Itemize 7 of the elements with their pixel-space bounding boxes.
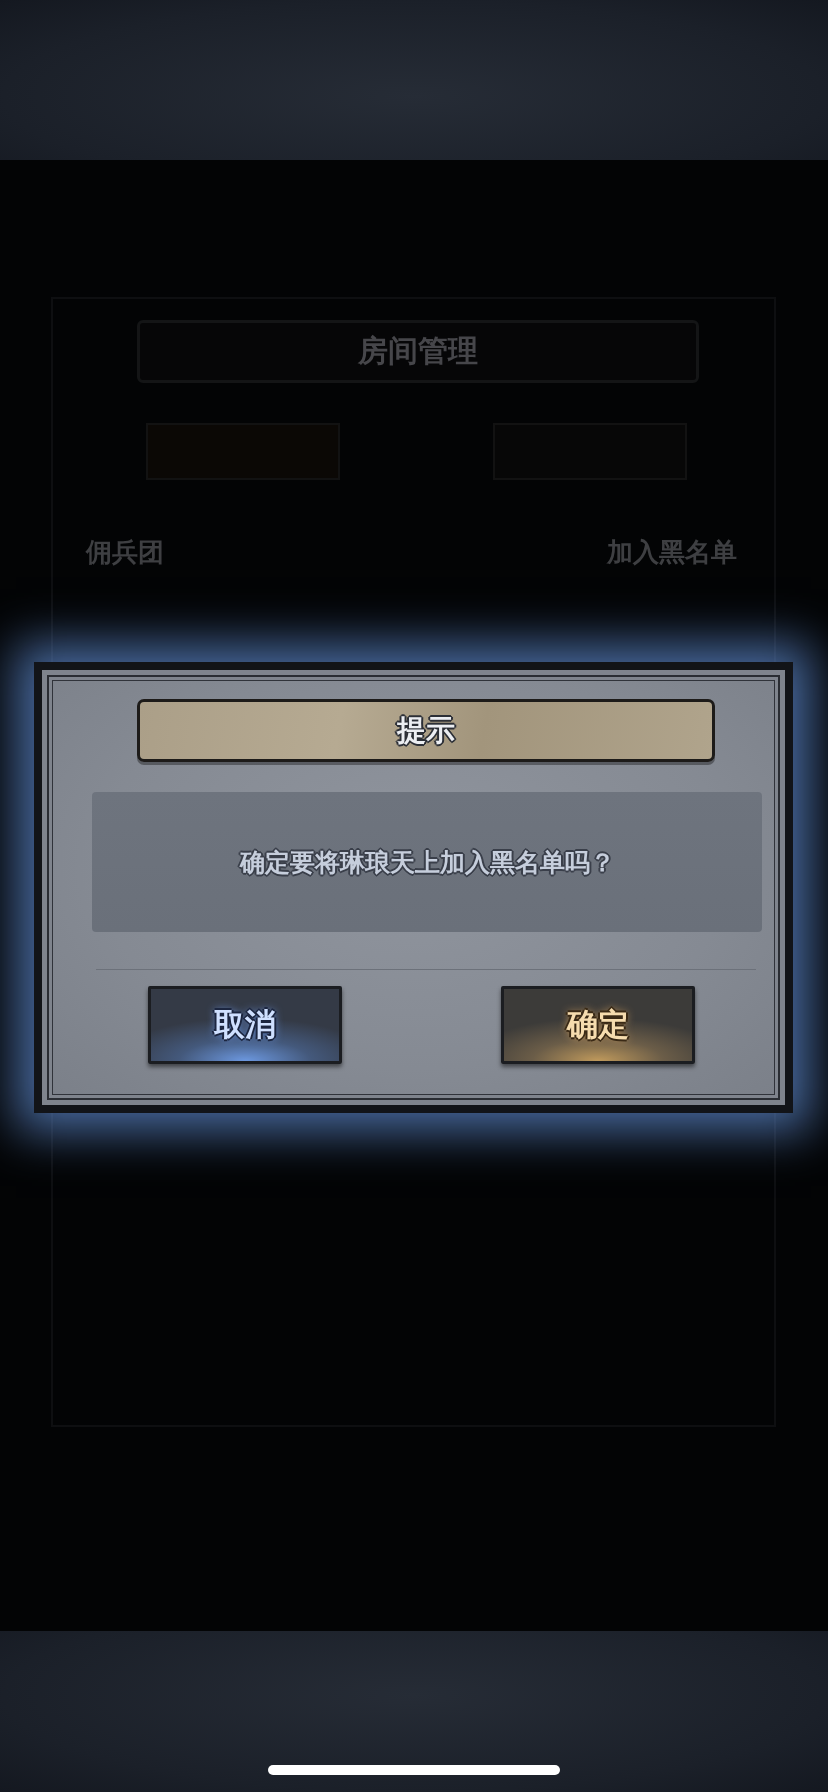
dialog-title: 提示 <box>137 699 715 762</box>
confirm-button[interactable]: 确定 <box>501 986 695 1064</box>
dialog-message: 确定要将琳琅天上加入黑名单吗？ <box>239 846 615 879</box>
cancel-button[interactable]: 取消 <box>148 986 342 1064</box>
panel-label: 加入黑名单 <box>607 536 737 569</box>
panel-title: 房间管理 <box>137 320 699 383</box>
panel-label: 佣兵团 <box>86 536 164 569</box>
